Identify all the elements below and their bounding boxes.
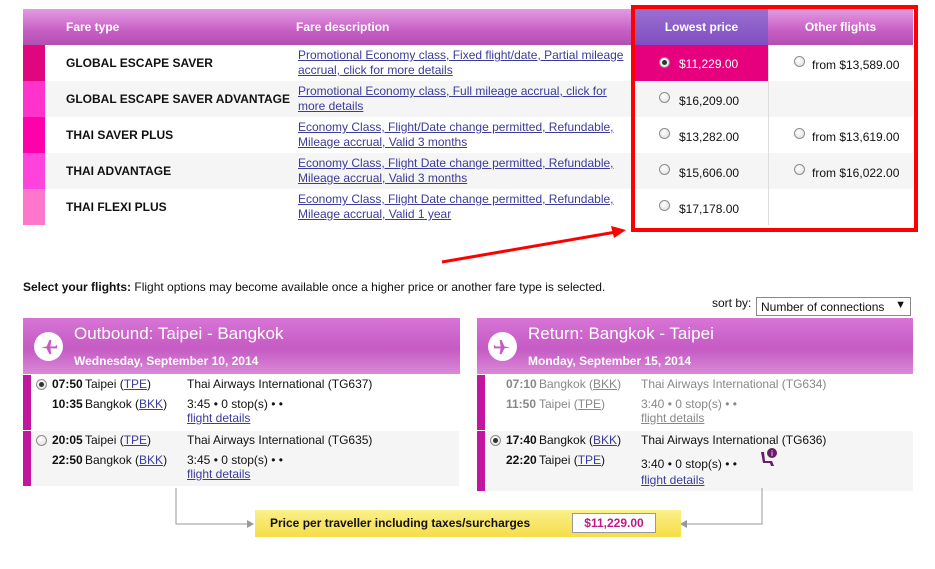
return-date: Monday, September 15, 2014: [528, 354, 692, 368]
arrival-time: 22:50: [52, 453, 83, 467]
flight-accent-bar: [477, 431, 485, 491]
flight-details-link[interactable]: flight details: [641, 411, 704, 425]
departure-time: 20:05: [52, 433, 83, 447]
flight-option[interactable]: 20:05 Taipei (TPE) 22:50 Bangkok (BKK) T…: [23, 431, 459, 486]
flight-select-radio[interactable]: [36, 379, 47, 390]
fare-description-header: Fare description: [296, 20, 390, 34]
duration-stops: 3:45 • 0 stop(s) • •: [187, 397, 283, 411]
price-label: Price per traveller including taxes/surc…: [270, 516, 531, 530]
highlight-box: [631, 5, 918, 232]
select-flights-note: Flight options may become available once…: [131, 280, 606, 294]
flight-option[interactable]: 07:50 Taipei (TPE) 10:35 Bangkok (BKK) T…: [23, 375, 459, 430]
departure-city: Taipei (TPE): [85, 377, 152, 391]
return-header: Return: Bangkok - Taipei Monday, Septemb…: [477, 318, 913, 374]
price-total: $11,229.00: [572, 513, 656, 533]
flight-details-link[interactable]: flight details: [187, 467, 250, 481]
fare-description-link[interactable]: Economy Class, Flight Date change permit…: [298, 156, 628, 186]
sort-by-value: Number of connections: [761, 300, 885, 314]
select-flights-label: Select your flights:: [23, 280, 132, 294]
fare-color-swatch: [23, 45, 45, 81]
airline-flight: Thai Airways International (TG634): [641, 377, 827, 391]
return-title: Return: Bangkok - Taipei: [528, 324, 714, 343]
departure-code-link[interactable]: TPE: [124, 433, 147, 447]
fare-name: THAI FLEXI PLUS: [66, 200, 167, 214]
price-summary-bar: Price per traveller including taxes/surc…: [255, 510, 681, 537]
arrival-code-link[interactable]: TPE: [578, 453, 601, 467]
flight-details-link[interactable]: flight details: [187, 411, 250, 425]
flight-accent-bar: [23, 431, 31, 486]
arrival-time: 22:20: [506, 453, 537, 467]
fare-color-swatch: [23, 81, 45, 117]
arrival-time: 10:35: [52, 397, 83, 411]
fare-color-swatch: [23, 189, 45, 225]
arrival-time: 11:50: [506, 397, 537, 411]
flight-accent-bar: [23, 375, 31, 430]
fare-name: GLOBAL ESCAPE SAVER: [66, 56, 213, 70]
duration-stops: 3:40 • 0 stop(s) • •: [641, 397, 737, 411]
departure-city: Taipei (TPE): [85, 433, 152, 447]
plane-departure-icon: [34, 332, 63, 361]
svg-text:i: i: [771, 449, 773, 458]
arrival-city: Bangkok (BKK): [85, 397, 168, 411]
outbound-title: Outbound: Taipei - Bangkok: [74, 324, 284, 343]
departure-code-link[interactable]: BKK: [593, 377, 617, 391]
plane-return-icon: [488, 332, 517, 361]
sort-by-select[interactable]: Number of connections ▼: [756, 297, 911, 316]
airline-flight: Thai Airways International (TG636): [641, 433, 827, 447]
seat-info-icon[interactable]: i: [757, 447, 779, 469]
fare-description-link[interactable]: Economy Class, Flight Date change permit…: [298, 192, 628, 222]
flight-option-unavailable: 07:10 Bangkok (BKK) 11:50 Taipei (TPE) T…: [477, 375, 913, 430]
departure-city: Bangkok (BKK): [539, 433, 622, 447]
airline-flight: Thai Airways International (TG635): [187, 433, 373, 447]
sort-by-label: sort by:: [712, 296, 752, 310]
fare-description-link[interactable]: Promotional Economy class, Full mileage …: [298, 84, 628, 114]
arrival-city: Taipei (TPE): [539, 397, 606, 411]
duration-stops: 3:40 • 0 stop(s) • •: [641, 457, 737, 471]
flight-accent-bar: [477, 375, 485, 430]
departure-time: 07:10: [506, 377, 537, 391]
fare-color-swatch: [23, 153, 45, 189]
fare-name: THAI ADVANTAGE: [66, 164, 172, 178]
duration-stops: 3:45 • 0 stop(s) • •: [187, 453, 283, 467]
arrival-city: Bangkok (BKK): [85, 453, 168, 467]
departure-code-link[interactable]: BKK: [593, 433, 617, 447]
select-flights-heading: Select your flights: Flight options may …: [23, 280, 605, 294]
outbound-header: Outbound: Taipei - Bangkok Wednesday, Se…: [23, 318, 460, 374]
fare-description-link[interactable]: Promotional Economy class, Fixed flight/…: [298, 48, 628, 78]
annotation-arrow-icon: [441, 226, 626, 264]
flight-select-radio[interactable]: [490, 435, 501, 446]
flight-option[interactable]: 17:40 Bangkok (BKK) 22:20 Taipei (TPE) T…: [477, 431, 913, 491]
arrival-city: Taipei (TPE): [539, 453, 606, 467]
flight-details-link[interactable]: flight details: [641, 473, 704, 487]
departure-time: 17:40: [506, 433, 537, 447]
fare-color-swatch: [23, 117, 45, 153]
arrival-code-link[interactable]: TPE: [578, 397, 601, 411]
chevron-down-icon: ▼: [895, 299, 906, 311]
arrival-code-link[interactable]: BKK: [139, 397, 163, 411]
fare-name: THAI SAVER PLUS: [66, 128, 174, 142]
fare-name: GLOBAL ESCAPE SAVER ADVANTAGE: [66, 92, 291, 106]
airline-flight: Thai Airways International (TG637): [187, 377, 373, 391]
fare-description-link[interactable]: Economy Class, Flight/Date change permit…: [298, 120, 628, 150]
arrival-code-link[interactable]: BKK: [139, 453, 163, 467]
outbound-date: Wednesday, September 10, 2014: [74, 354, 259, 368]
departure-time: 07:50: [52, 377, 83, 391]
departure-city: Bangkok (BKK): [539, 377, 622, 391]
flight-select-radio[interactable]: [36, 435, 47, 446]
fare-type-header: Fare type: [66, 20, 120, 34]
departure-code-link[interactable]: TPE: [124, 377, 147, 391]
